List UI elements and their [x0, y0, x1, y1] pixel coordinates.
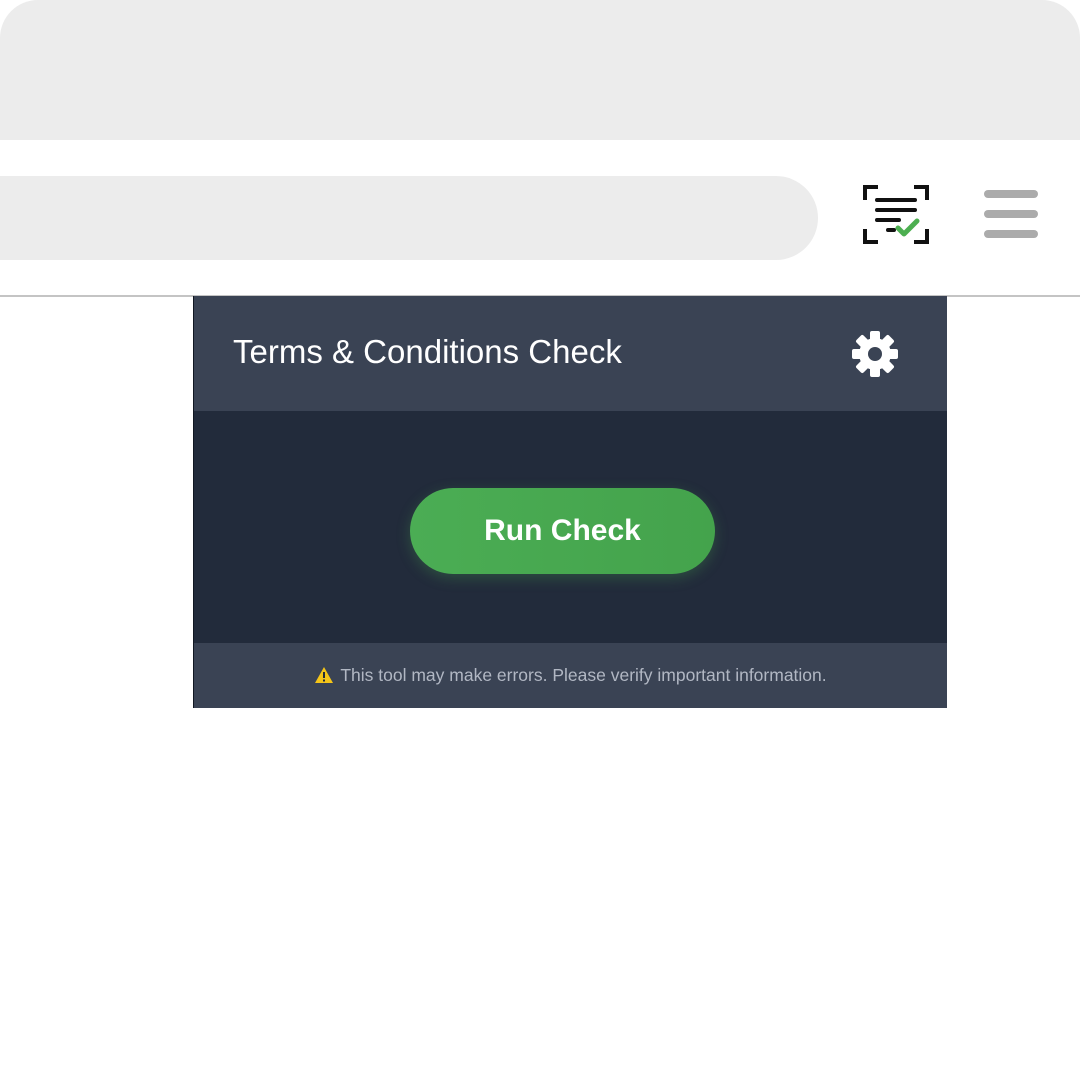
run-check-button[interactable]: Run Check [410, 488, 715, 574]
menu-line [984, 190, 1038, 198]
popup-footer: This tool may make errors. Please verify… [194, 643, 947, 708]
warning-icon [315, 666, 334, 683]
popup-title: Terms & Conditions Check [233, 333, 622, 370]
gear-icon[interactable] [850, 329, 900, 379]
address-bar[interactable] [0, 176, 818, 260]
hamburger-menu-icon[interactable] [984, 188, 1040, 240]
extension-popup: Terms & Conditions Check Run Check This … [194, 296, 947, 708]
disclaimer-text: This tool may make errors. Please verify… [340, 665, 827, 685]
document-scan-check-icon[interactable] [862, 184, 930, 246]
browser-tab-strip [0, 0, 1080, 140]
menu-line [984, 210, 1038, 218]
browser-toolbar [0, 140, 1080, 297]
menu-line [984, 230, 1038, 238]
popup-header: Terms & Conditions Check [194, 296, 947, 411]
